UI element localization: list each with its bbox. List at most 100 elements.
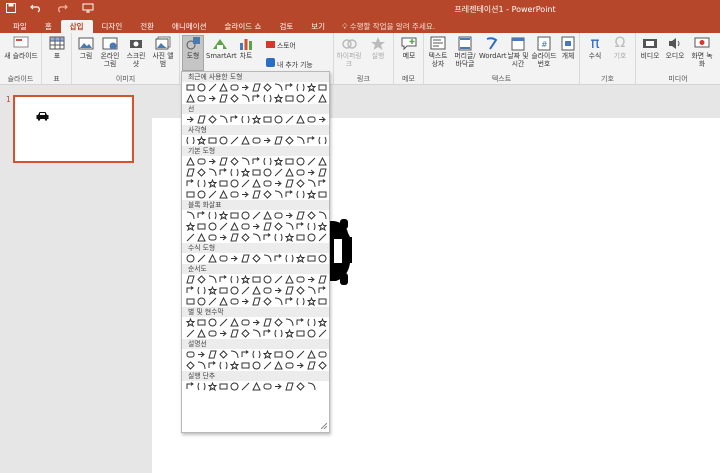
shape-icon[interactable] [317, 253, 328, 264]
shape-icon[interactable] [295, 296, 306, 307]
shape-icon[interactable] [240, 178, 251, 189]
shape-icon[interactable] [295, 317, 306, 328]
shape-icon[interactable] [251, 317, 262, 328]
shape-icon[interactable] [295, 285, 306, 296]
shape-icon[interactable] [306, 82, 317, 93]
shape-icon[interactable] [273, 274, 284, 285]
shape-icon[interactable] [295, 349, 306, 360]
shape-icon[interactable] [317, 135, 328, 146]
shape-icon[interactable] [284, 253, 295, 264]
shape-icon[interactable] [306, 274, 317, 285]
new-slide-button[interactable]: 새 슬라이드 [3, 36, 39, 60]
shape-icon[interactable] [196, 210, 207, 221]
shape-icon[interactable] [295, 360, 306, 371]
shape-icon[interactable] [273, 156, 284, 167]
shape-icon[interactable] [295, 381, 306, 392]
shape-icon[interactable] [262, 189, 273, 200]
shape-icon[interactable] [262, 328, 273, 339]
shape-icon[interactable] [306, 253, 317, 264]
shape-icon[interactable] [306, 296, 317, 307]
shape-icon[interactable] [229, 328, 240, 339]
shape-icon[interactable] [207, 178, 218, 189]
shape-icon[interactable] [262, 114, 273, 125]
shape-icon[interactable] [218, 210, 229, 221]
shape-icon[interactable] [251, 285, 262, 296]
shape-icon[interactable] [229, 360, 240, 371]
shape-icon[interactable] [262, 178, 273, 189]
shape-icon[interactable] [229, 274, 240, 285]
shape-icon[interactable] [196, 189, 207, 200]
shape-icon[interactable] [251, 167, 262, 178]
shape-icon[interactable] [229, 296, 240, 307]
header-footer-button[interactable]: 머리글/바닥글 [452, 36, 478, 68]
tab-view[interactable]: 보기 [302, 20, 334, 33]
shape-icon[interactable] [229, 82, 240, 93]
shape-icon[interactable] [218, 156, 229, 167]
hyperlink-button[interactable]: 하이퍼링크 [335, 36, 363, 68]
shape-icon[interactable] [295, 156, 306, 167]
shape-icon[interactable] [306, 210, 317, 221]
shape-icon[interactable] [262, 317, 273, 328]
shape-icon[interactable] [229, 381, 240, 392]
shape-icon[interactable] [218, 114, 229, 125]
shape-icon[interactable] [251, 210, 262, 221]
shape-icon[interactable] [273, 189, 284, 200]
shape-icon[interactable] [185, 317, 196, 328]
shape-icon[interactable] [284, 135, 295, 146]
shape-icon[interactable] [218, 232, 229, 243]
shape-icon[interactable] [317, 114, 328, 125]
shape-icon[interactable] [284, 167, 295, 178]
shape-icon[interactable] [284, 285, 295, 296]
shape-icon[interactable] [306, 156, 317, 167]
shape-icon[interactable] [185, 328, 196, 339]
shape-icon[interactable] [317, 296, 328, 307]
shape-icon[interactable] [196, 232, 207, 243]
shape-icon[interactable] [284, 232, 295, 243]
shape-icon[interactable] [262, 210, 273, 221]
shape-icon[interactable] [196, 221, 207, 232]
shape-icon[interactable] [196, 178, 207, 189]
shape-icon[interactable] [306, 285, 317, 296]
shape-icon[interactable] [240, 232, 251, 243]
shape-icon[interactable] [196, 381, 207, 392]
shape-icon[interactable] [196, 93, 207, 104]
shape-icon[interactable] [240, 114, 251, 125]
shape-icon[interactable] [251, 381, 262, 392]
shape-icon[interactable] [207, 349, 218, 360]
shape-icon[interactable] [196, 135, 207, 146]
shape-icon[interactable] [284, 156, 295, 167]
store-button[interactable]: 스토어 [266, 39, 296, 50]
shape-icon[interactable] [240, 156, 251, 167]
shape-icon[interactable] [251, 274, 262, 285]
shape-icon[interactable] [185, 135, 196, 146]
tab-file[interactable]: 파일 [4, 20, 36, 33]
shape-icon[interactable] [207, 253, 218, 264]
shape-icon[interactable] [306, 93, 317, 104]
shape-icon[interactable] [196, 156, 207, 167]
shape-icon[interactable] [273, 285, 284, 296]
shape-icon[interactable] [218, 317, 229, 328]
shape-icon[interactable] [240, 189, 251, 200]
shape-icon[interactable] [185, 82, 196, 93]
shape-icon[interactable] [207, 381, 218, 392]
shape-icon[interactable] [284, 274, 295, 285]
shape-icon[interactable] [207, 296, 218, 307]
tab-animations[interactable]: 애니메이션 [163, 20, 216, 33]
shape-icon[interactable] [306, 232, 317, 243]
shape-icon[interactable] [207, 82, 218, 93]
tell-me-box[interactable]: 💡︎ 수행할 작업을 알려 주세요. [342, 20, 435, 33]
shape-icon[interactable] [273, 317, 284, 328]
shape-icon[interactable] [317, 349, 328, 360]
shape-icon[interactable] [251, 349, 262, 360]
shape-icon[interactable] [295, 178, 306, 189]
shape-icon[interactable] [273, 328, 284, 339]
shape-icon[interactable] [218, 274, 229, 285]
shape-icon[interactable] [262, 360, 273, 371]
shape-icon[interactable] [273, 360, 284, 371]
shape-icon[interactable] [251, 82, 262, 93]
shape-icon[interactable] [196, 167, 207, 178]
slide-number-button[interactable]: # 슬라이드 번호 [531, 36, 557, 68]
shape-icon[interactable] [284, 114, 295, 125]
shape-icon[interactable] [262, 221, 273, 232]
shape-icon[interactable] [273, 178, 284, 189]
